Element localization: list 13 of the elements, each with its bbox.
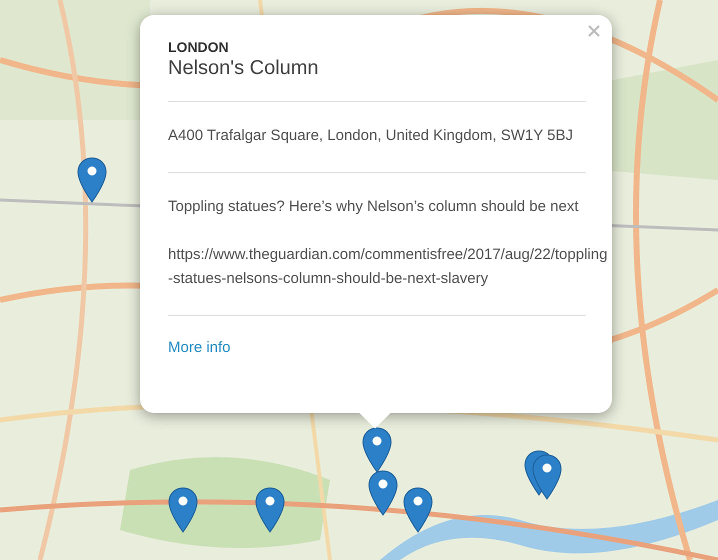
map-marker-icon[interactable] xyxy=(255,487,285,533)
map-marker-icon[interactable] xyxy=(362,427,392,473)
map-marker-icon[interactable] xyxy=(168,487,198,533)
map-marker-icon[interactable] xyxy=(77,157,107,203)
map-marker-icon[interactable] xyxy=(368,470,398,516)
place-title: Nelson's Column xyxy=(168,56,320,81)
more-info-link[interactable]: More info xyxy=(168,338,231,358)
description-text: Toppling statues? Here’s why Nelson’s column should be next xyxy=(168,197,580,217)
address-text: A400 Trafalgar Square, London, United Kingdom, SW1Y 5BJ xyxy=(168,126,574,146)
map-marker-icon[interactable] xyxy=(403,487,433,533)
map-marker-pair-icon[interactable] xyxy=(524,450,562,500)
region-label: LONDON xyxy=(168,39,230,55)
source-url: https://www.theguardian.com/commentisfree/2017/aug/22/toppling-statues-nelsons-column-should-be-next-slavery xyxy=(168,245,608,289)
